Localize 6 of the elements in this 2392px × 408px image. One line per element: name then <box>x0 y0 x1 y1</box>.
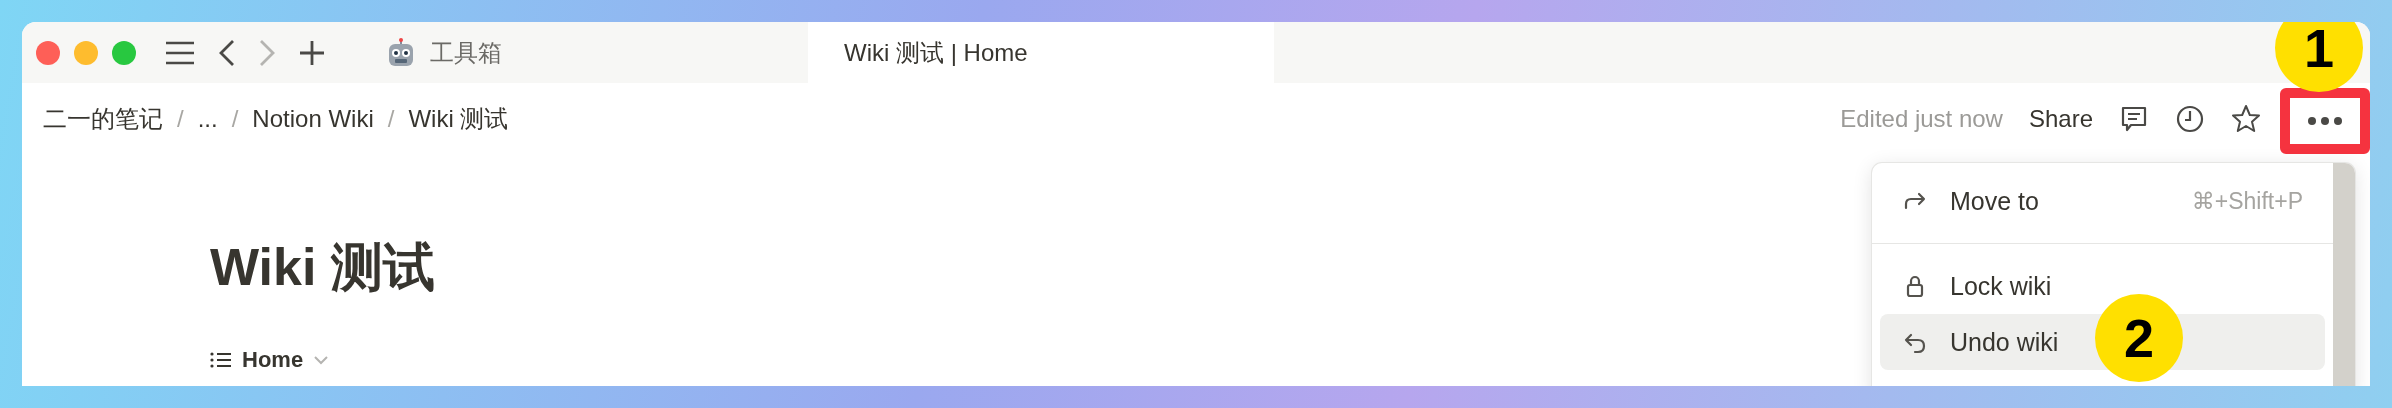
shortcut-hint: ⌘+Shift+P <box>2191 187 2303 215</box>
page-title: Wiki 测试 <box>210 237 435 298</box>
breadcrumb-separator: / <box>177 105 184 133</box>
edited-status: Edited just now <box>1840 105 2003 133</box>
breadcrumb-separator: / <box>387 105 395 133</box>
breadcrumb-separator: / <box>231 105 239 133</box>
